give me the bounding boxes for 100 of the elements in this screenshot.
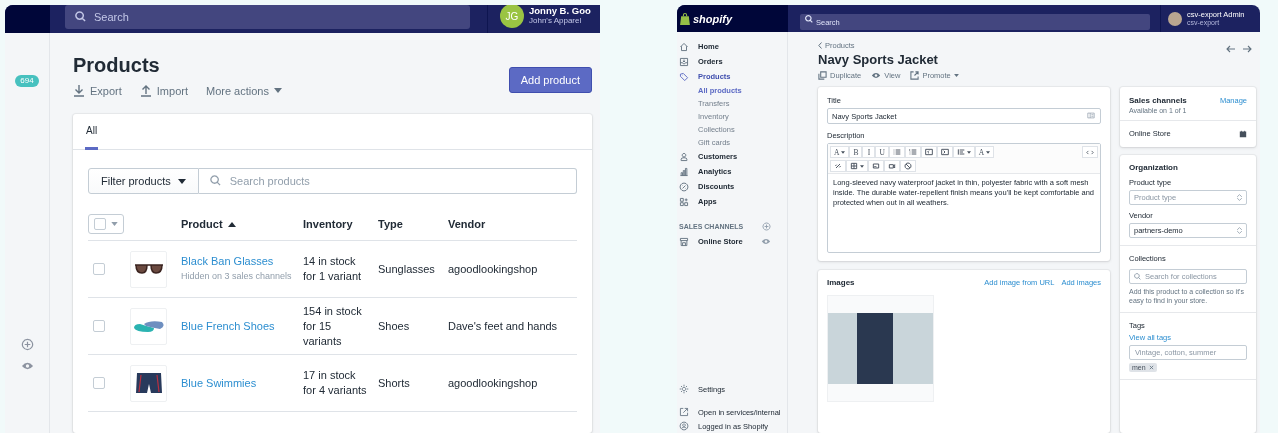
type-cell-text: Shoes — [378, 318, 411, 334]
tab[interactable]: All — [85, 114, 99, 150]
user-icon — [679, 421, 689, 431]
search-field[interactable]: Search — [65, 5, 470, 29]
sort-ascending-icon — [227, 221, 236, 227]
eye-icon — [871, 72, 882, 79]
next-arrow-icon[interactable] — [1242, 45, 1252, 53]
home-icon — [679, 41, 689, 52]
type-cell-text: Shorts — [378, 375, 411, 391]
shoes-icon — [131, 318, 166, 334]
code-view-button[interactable] — [1082, 146, 1098, 158]
tag-icon — [679, 71, 689, 82]
search-icon — [805, 14, 813, 23]
caret-icon — [966, 150, 971, 154]
upload-icon — [139, 84, 152, 97]
card-title: Images — [827, 278, 855, 287]
vendor-cell-text: agoodlookingshop — [448, 375, 539, 391]
caret-icon — [953, 74, 959, 77]
eye-icon[interactable] — [20, 361, 34, 371]
outdent-icon — [924, 148, 933, 156]
format-dropdown[interactable] — [952, 146, 975, 158]
caret-icon — [273, 88, 282, 93]
user-name: Jonny B. Goo — [529, 5, 591, 16]
inventory-cell-text: 154 in stock for 15 variants — [303, 303, 363, 349]
action-button[interactable]: Export — [73, 84, 122, 97]
product-link[interactable]: Blue Swimmies — [181, 377, 257, 389]
gear-icon — [679, 384, 689, 394]
shorts-icon — [134, 372, 163, 394]
action-button[interactable]: More actions — [206, 84, 282, 97]
table-icon — [850, 162, 858, 170]
type-cell-text: Sunglasses — [378, 261, 436, 277]
product-link[interactable]: Black Ban Glasses — [181, 254, 274, 267]
inventory-cell-text: 14 in stock for 1 variant — [303, 254, 363, 284]
action-button[interactable]: Import — [139, 84, 188, 97]
search-icon — [75, 10, 86, 22]
align-icon — [956, 148, 965, 156]
page-title: Products — [73, 53, 161, 77]
inventory-cell-text: 17 in stock for 4 variants — [303, 368, 368, 398]
page-title: Navy Sports Jacket — [818, 52, 939, 68]
calendar-icon[interactable] — [1239, 129, 1247, 138]
image-icon — [872, 162, 880, 170]
count-badge: 694 — [15, 75, 39, 87]
store-icon — [679, 236, 689, 247]
previous-arrow-icon[interactable] — [1226, 45, 1236, 53]
column-header[interactable]: Vendor — [448, 218, 486, 230]
eye-icon[interactable] — [761, 238, 771, 245]
format-button[interactable] — [884, 160, 900, 172]
shopping-bag-icon — [680, 12, 690, 25]
search-field[interactable]: Search products — [198, 168, 577, 194]
row-checkbox[interactable] — [93, 263, 105, 275]
stepper-icon — [1237, 194, 1242, 201]
card-title: Organization — [1129, 163, 1179, 172]
sidebar-header — [5, 5, 50, 33]
numbered-list-icon — [908, 148, 917, 156]
user-avatar[interactable] — [1168, 11, 1182, 26]
caret-icon — [177, 178, 186, 184]
code-icon — [1086, 149, 1094, 155]
format-dropdown[interactable] — [846, 160, 868, 172]
indent-icon — [940, 148, 949, 156]
caret-icon — [986, 150, 991, 154]
vendor-cell-text: Dave's feet and hands — [448, 318, 559, 334]
link-icon — [834, 162, 842, 170]
stepper-icon — [1237, 227, 1242, 234]
external-link-icon — [679, 407, 689, 417]
column-header[interactable]: Product — [181, 218, 236, 230]
column-header[interactable]: Type — [378, 218, 403, 230]
apps-icon — [679, 196, 689, 207]
bar-chart-icon — [679, 166, 689, 177]
tray-icon — [679, 56, 689, 67]
vendor-cell-text: agoodlookingshop — [448, 261, 539, 277]
search-icon — [209, 175, 221, 186]
column-header[interactable]: Inventory — [303, 218, 353, 230]
format-button[interactable] — [900, 160, 916, 172]
filter-dropdown[interactable]: Filter products — [88, 168, 199, 194]
download-icon — [73, 84, 85, 97]
video-icon — [888, 162, 896, 170]
caret-icon — [111, 222, 118, 226]
logo[interactable]: shopify — [677, 5, 788, 32]
caret-icon — [841, 150, 846, 154]
remove-icon[interactable] — [1148, 365, 1154, 370]
caret-icon — [860, 164, 864, 168]
discount-icon — [679, 181, 689, 192]
external-link-icon — [910, 71, 920, 80]
sunglasses-icon — [133, 263, 164, 275]
clear-format-icon — [904, 162, 912, 170]
add-product-button[interactable]: Add product — [508, 67, 592, 93]
row-checkbox[interactable] — [93, 320, 105, 332]
product-note: Hidden on 3 sales channels — [181, 269, 292, 283]
format-button[interactable] — [830, 160, 846, 172]
select-all-checkbox[interactable] — [88, 214, 124, 234]
layout-icon — [1087, 112, 1095, 119]
chevron-left-icon — [818, 42, 822, 49]
photo-placeholder[interactable] — [827, 295, 934, 402]
product-link[interactable]: Blue French Shoes — [181, 320, 275, 332]
card-title: Sales channels — [1129, 96, 1187, 105]
search-icon — [1134, 273, 1141, 280]
row-checkbox[interactable] — [93, 377, 105, 389]
store-name: John's Apparel — [529, 15, 583, 26]
format-button[interactable] — [868, 160, 884, 172]
person-icon — [679, 151, 689, 162]
